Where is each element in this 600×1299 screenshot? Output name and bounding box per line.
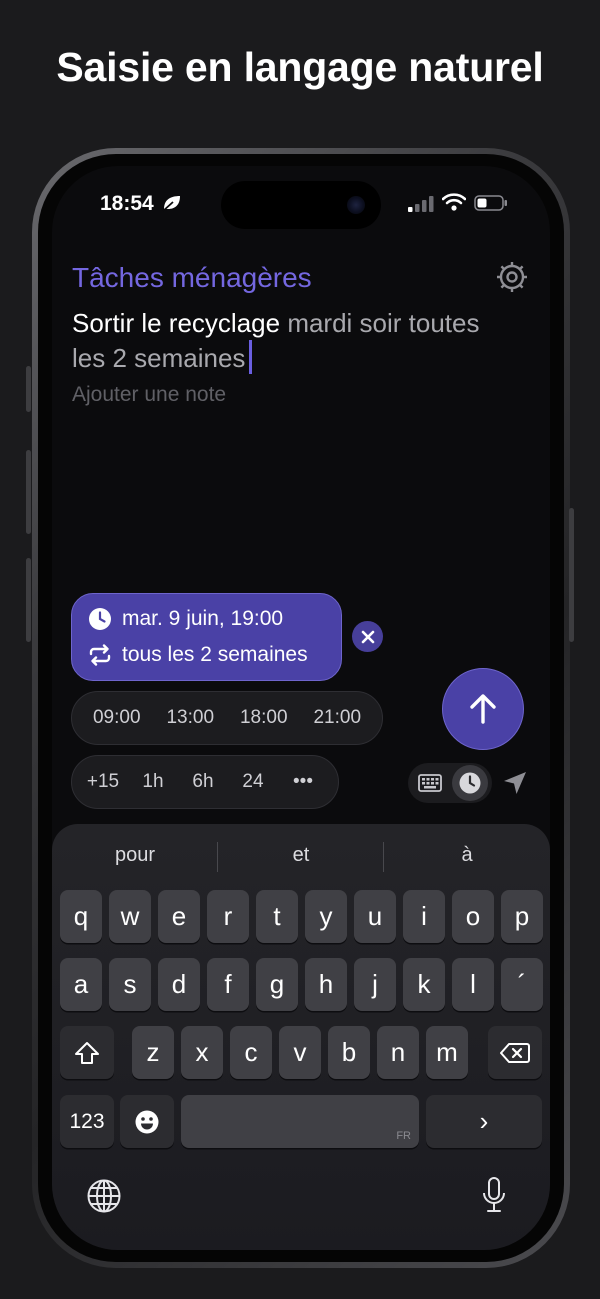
time-option[interactable]: 21:00 <box>301 707 375 729</box>
suggestion[interactable]: pour <box>52 838 218 872</box>
schedule-repeat: tous les 2 semaines <box>122 643 308 666</box>
key[interactable]: i <box>403 890 445 943</box>
quick-times: 09:00 13:00 18:00 21:00 <box>71 691 383 745</box>
globe-icon[interactable] <box>86 1178 122 1214</box>
schedule-date-row: mar. 9 juin, 19:00 <box>88 607 283 631</box>
key[interactable]: a <box>60 958 102 1011</box>
task-input[interactable]: Sortir le recyclage mardi soir toutes le… <box>72 306 522 375</box>
autocorrect-bar: pour et à <box>52 838 550 872</box>
space-key[interactable]: FR <box>181 1095 419 1148</box>
clock-icon <box>89 608 111 630</box>
keyboard-language: FR <box>396 1130 411 1142</box>
duration-option[interactable]: +15 <box>78 771 128 793</box>
key[interactable]: g <box>256 958 298 1011</box>
headline: Saisie en langage naturel <box>56 44 544 90</box>
key[interactable]: v <box>279 1026 321 1079</box>
backspace-icon <box>500 1042 530 1063</box>
shift-key[interactable] <box>60 1026 114 1079</box>
parsed-schedule-text-2: les 2 semaines <box>72 343 246 373</box>
keyboard: pour et à q w e r t y u i o p a s d f g … <box>52 824 550 1250</box>
phone-screen: 18:54 Tâches ménagères Sortir le recycla… <box>52 166 550 1250</box>
shift-icon <box>75 1041 99 1064</box>
key[interactable]: l <box>452 958 494 1011</box>
text-caret <box>249 340 253 374</box>
close-icon <box>361 630 374 643</box>
list-title[interactable]: Tâches ménagères <box>72 262 312 294</box>
delete-key[interactable] <box>488 1026 542 1079</box>
key[interactable]: o <box>452 890 494 943</box>
return-key[interactable]: › <box>426 1095 542 1148</box>
keyboard-icon[interactable] <box>418 773 442 793</box>
repeat-icon <box>89 644 111 666</box>
parsed-schedule-text: mardi soir toutes <box>287 308 480 338</box>
action-button <box>26 366 31 412</box>
suggestion[interactable]: à <box>384 838 550 872</box>
key[interactable]: t <box>256 890 298 943</box>
time-option[interactable]: 09:00 <box>80 707 154 729</box>
key[interactable]: e <box>158 890 200 943</box>
emoji-icon <box>135 1110 159 1133</box>
input-mode-toggle <box>408 763 492 803</box>
volume-down-button <box>26 558 31 642</box>
key[interactable]: y <box>305 890 347 943</box>
signal-icon <box>408 196 434 212</box>
key[interactable]: j <box>354 958 396 1011</box>
quick-durations: +15 1h 6h 24 ••• <box>71 755 339 809</box>
schedule-chip[interactable]: mar. 9 juin, 19:00 tous les 2 semaines <box>71 593 342 681</box>
note-input[interactable]: Ajouter une note <box>72 383 226 407</box>
leaf-icon <box>162 196 180 212</box>
key[interactable]: c <box>230 1026 272 1079</box>
wifi-icon <box>442 193 466 211</box>
microphone-icon[interactable] <box>482 1176 506 1214</box>
accent-key[interactable]: ´ <box>501 958 543 1011</box>
time-option[interactable]: 18:00 <box>227 707 301 729</box>
duration-option[interactable]: 1h <box>128 771 178 793</box>
status-time: 18:54 <box>100 192 154 215</box>
key[interactable]: x <box>181 1026 223 1079</box>
key[interactable]: n <box>377 1026 419 1079</box>
power-button <box>569 508 574 642</box>
suggestion[interactable]: et <box>218 838 384 872</box>
battery-icon <box>474 195 507 211</box>
dynamic-island <box>221 181 381 229</box>
key[interactable]: w <box>109 890 151 943</box>
numbers-key[interactable]: 123 <box>60 1095 114 1148</box>
key[interactable]: r <box>207 890 249 943</box>
schedule-repeat-row: tous les 2 semaines <box>88 643 308 667</box>
duration-option[interactable]: 6h <box>178 771 228 793</box>
key[interactable]: u <box>354 890 396 943</box>
camera-icon <box>347 196 365 214</box>
key[interactable]: f <box>207 958 249 1011</box>
time-picker-button[interactable] <box>452 765 488 801</box>
key[interactable]: p <box>501 890 543 943</box>
gear-icon[interactable] <box>495 260 529 294</box>
key[interactable]: q <box>60 890 102 943</box>
location-arrow-icon[interactable] <box>502 770 528 796</box>
duration-option[interactable]: 24 <box>228 771 278 793</box>
key[interactable]: h <box>305 958 347 1011</box>
key[interactable]: m <box>426 1026 468 1079</box>
submit-button[interactable] <box>442 668 524 750</box>
clear-schedule-button[interactable] <box>352 621 383 652</box>
volume-up-button <box>26 450 31 534</box>
key[interactable]: s <box>109 958 151 1011</box>
key[interactable]: d <box>158 958 200 1011</box>
key[interactable]: b <box>328 1026 370 1079</box>
emoji-key[interactable] <box>120 1095 174 1148</box>
time-option[interactable]: 13:00 <box>154 707 228 729</box>
key[interactable]: k <box>403 958 445 1011</box>
key[interactable]: z <box>132 1026 174 1079</box>
clock-icon <box>459 772 481 794</box>
arrow-up-icon <box>470 694 496 724</box>
more-options-button[interactable]: ••• <box>278 771 328 793</box>
task-title: Sortir le recyclage <box>72 308 281 338</box>
schedule-date: mar. 9 juin, 19:00 <box>122 607 284 630</box>
